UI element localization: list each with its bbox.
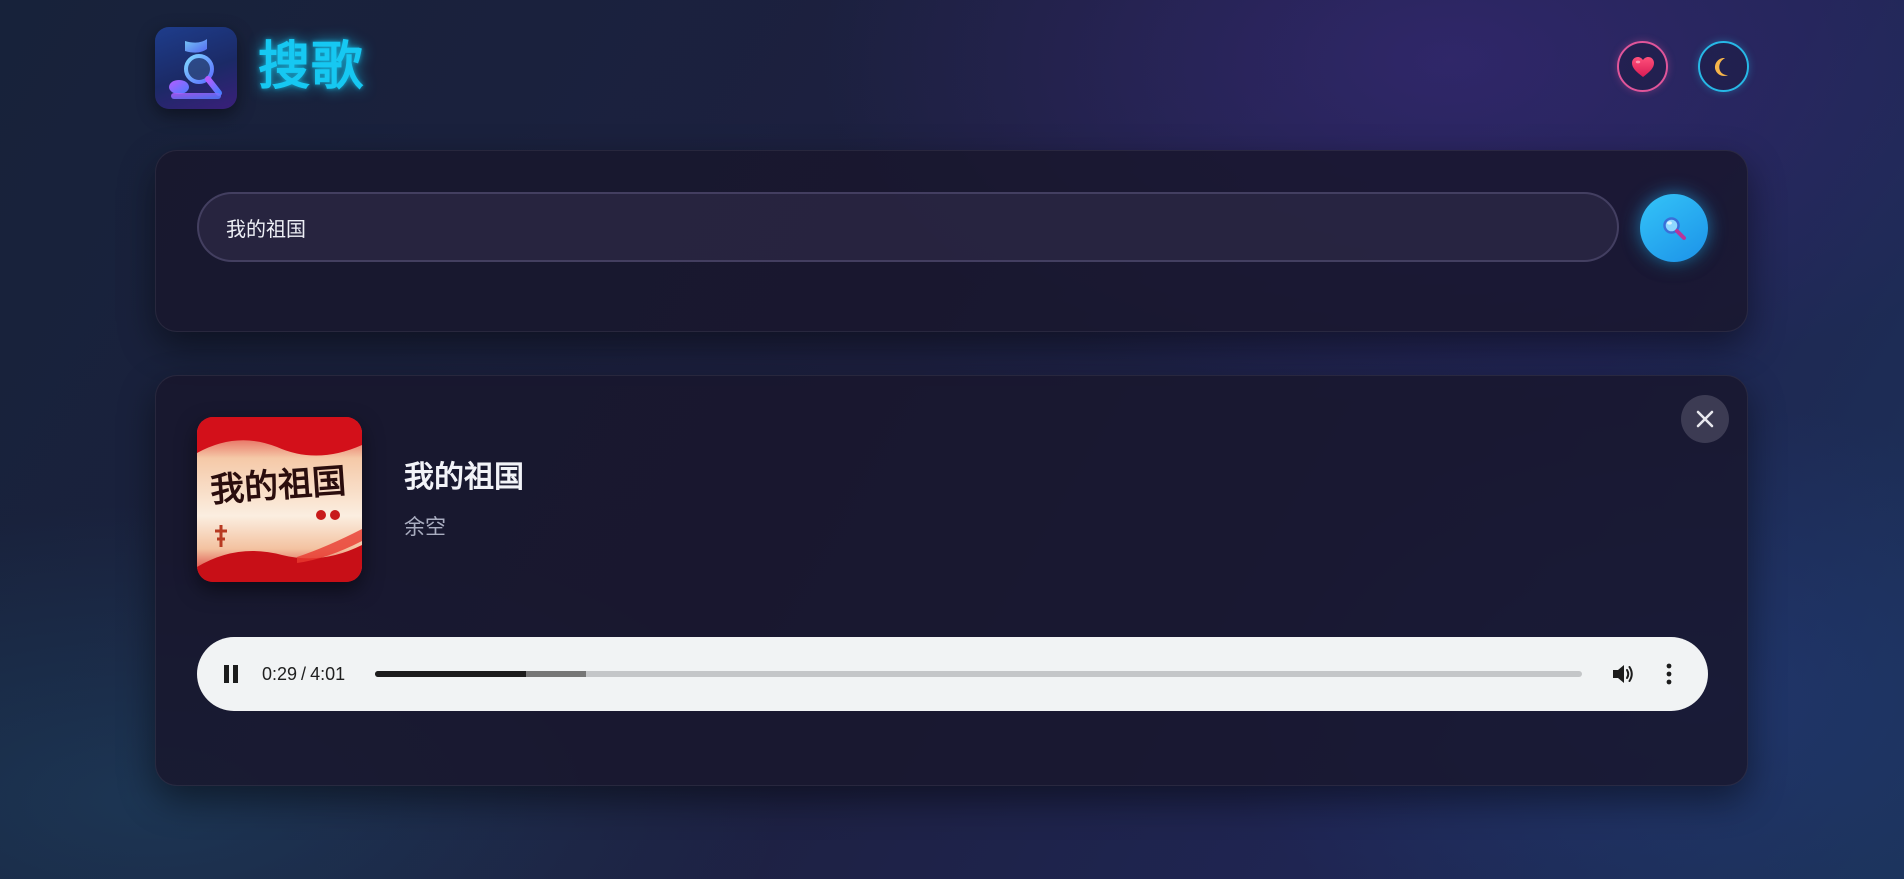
- pause-button[interactable]: [215, 658, 247, 690]
- current-time: 0:29: [262, 664, 298, 684]
- search-button[interactable]: [1640, 194, 1708, 262]
- song-artist: 余空: [404, 515, 446, 539]
- pause-icon: [224, 665, 238, 683]
- audio-player: 0:29/4:01: [197, 637, 1708, 711]
- search-card: [155, 150, 1748, 332]
- time-display: 0:29/4:01: [262, 661, 345, 687]
- progress-played: [375, 671, 526, 677]
- magnifier-icon: [1663, 217, 1686, 240]
- heart-icon: [1631, 56, 1654, 77]
- volume-button[interactable]: [1606, 657, 1640, 691]
- search-input[interactable]: [197, 192, 1619, 262]
- time-separator: /: [301, 664, 307, 684]
- favorites-button[interactable]: [1617, 41, 1668, 92]
- header: 搜歌: [155, 27, 1749, 109]
- theme-toggle-button[interactable]: [1698, 41, 1749, 92]
- volume-icon: [1613, 665, 1633, 683]
- close-icon: [1696, 410, 1714, 428]
- duration: 4:01: [310, 664, 346, 684]
- app-logo: [155, 27, 237, 109]
- close-button[interactable]: [1681, 395, 1729, 443]
- progress-bar[interactable]: [375, 671, 1582, 677]
- song-title: 我的祖国: [404, 460, 524, 495]
- more-options-button[interactable]: [1654, 657, 1684, 691]
- music-note-magnifier-icon: [169, 38, 222, 99]
- player-card: 我的祖国 我的祖国 余空 0:29/4:01: [155, 375, 1748, 786]
- moon-icon: [1714, 57, 1728, 76]
- album-cover: 我的祖国: [197, 417, 362, 582]
- more-vertical-icon: [1666, 663, 1672, 685]
- app-title: 搜歌: [258, 37, 365, 97]
